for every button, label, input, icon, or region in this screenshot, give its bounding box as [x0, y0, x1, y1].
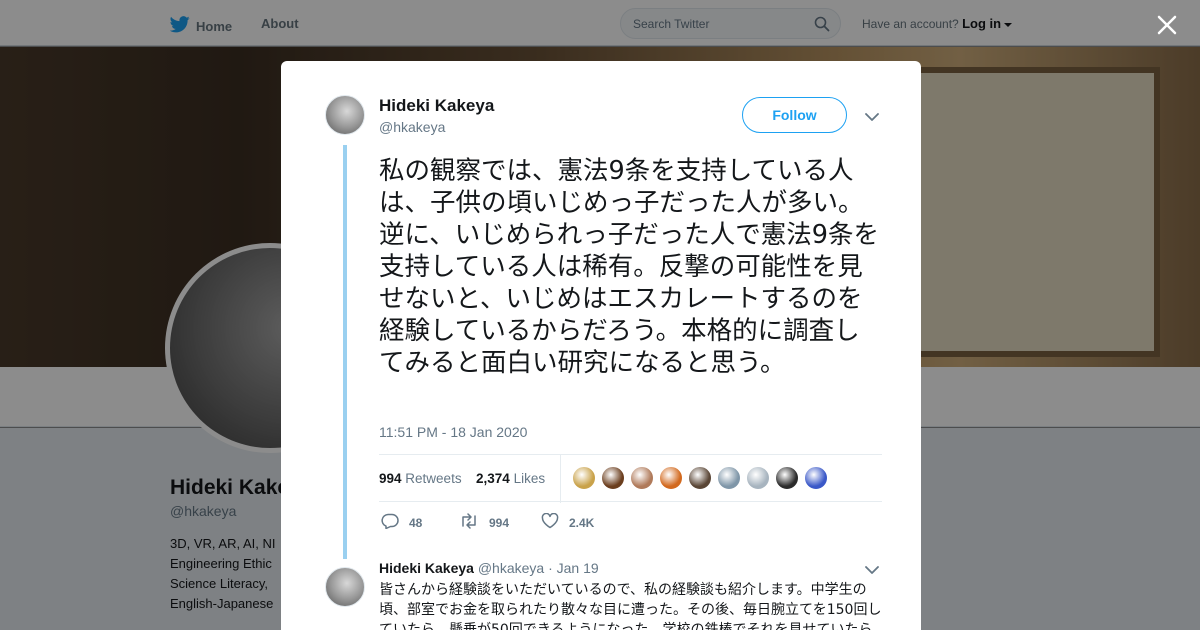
reply-text: 皆さんから経験談をいただいているので、私の経験談も紹介します。中学生の頃、部室で…: [379, 582, 882, 630]
tweet-modal: Hideki Kakeya @hkakeya Follow 私の観察では、憲法9…: [281, 61, 921, 630]
retweet-count: 994: [489, 515, 510, 530]
reply-date[interactable]: · Jan 19: [548, 560, 599, 576]
like-count: 2.4K: [569, 515, 595, 530]
reply-button[interactable]: 48: [381, 513, 422, 532]
liker-avatar[interactable]: [746, 466, 770, 490]
like-button[interactable]: 2.4K: [541, 512, 595, 532]
thread-line: [343, 145, 347, 559]
tweet-text: 私の観察では、憲法9条を支持している人は、子供の頃いじめっ子だった人が多い。逆に…: [379, 156, 879, 378]
reply-header: Hideki Kakeya @hkakeya · Jan 19: [379, 560, 599, 576]
author-avatar[interactable]: [325, 95, 365, 135]
follow-button[interactable]: Follow: [742, 97, 847, 133]
liker-avatar[interactable]: [601, 466, 625, 490]
liker-avatar[interactable]: [717, 466, 741, 490]
liker-avatar[interactable]: [688, 466, 712, 490]
author-name[interactable]: Hideki Kakeya: [379, 96, 494, 116]
heart-icon: [541, 512, 559, 532]
stats-divider: [560, 455, 561, 503]
chevron-down-icon[interactable]: [865, 109, 879, 127]
liker-avatar[interactable]: [659, 466, 683, 490]
retweets-count: 994: [379, 471, 402, 486]
likes-count: 2,374: [476, 471, 510, 486]
reply-author-avatar[interactable]: [325, 567, 365, 607]
tweet-timestamp[interactable]: 11:51 PM - 18 Jan 2020: [379, 424, 527, 440]
reply-count: 48: [409, 515, 423, 530]
liker-avatar[interactable]: [775, 466, 799, 490]
chevron-down-icon[interactable]: [865, 562, 879, 580]
retweets-label: Retweets: [405, 471, 462, 486]
liker-avatar[interactable]: [804, 466, 828, 490]
tweet-stats: 994 Retweets 2,374 Likes: [379, 454, 882, 503]
tweet-actions: 48 994 2.4K: [379, 512, 882, 533]
liker-avatar[interactable]: [630, 466, 654, 490]
liker-avatar[interactable]: [572, 466, 596, 490]
reply-icon: [381, 513, 399, 532]
author-handle[interactable]: @hkakeya: [379, 119, 445, 135]
likes-label: Likes: [513, 471, 546, 486]
retweet-icon: [459, 513, 479, 532]
reply-author-handle[interactable]: @hkakeya: [478, 560, 544, 576]
close-icon[interactable]: [1156, 14, 1178, 36]
retweets-stat[interactable]: 994 Retweets: [379, 471, 462, 486]
retweet-button[interactable]: 994: [459, 513, 509, 532]
reply-author-name[interactable]: Hideki Kakeya: [379, 560, 474, 576]
likes-stat[interactable]: 2,374 Likes: [476, 471, 545, 486]
